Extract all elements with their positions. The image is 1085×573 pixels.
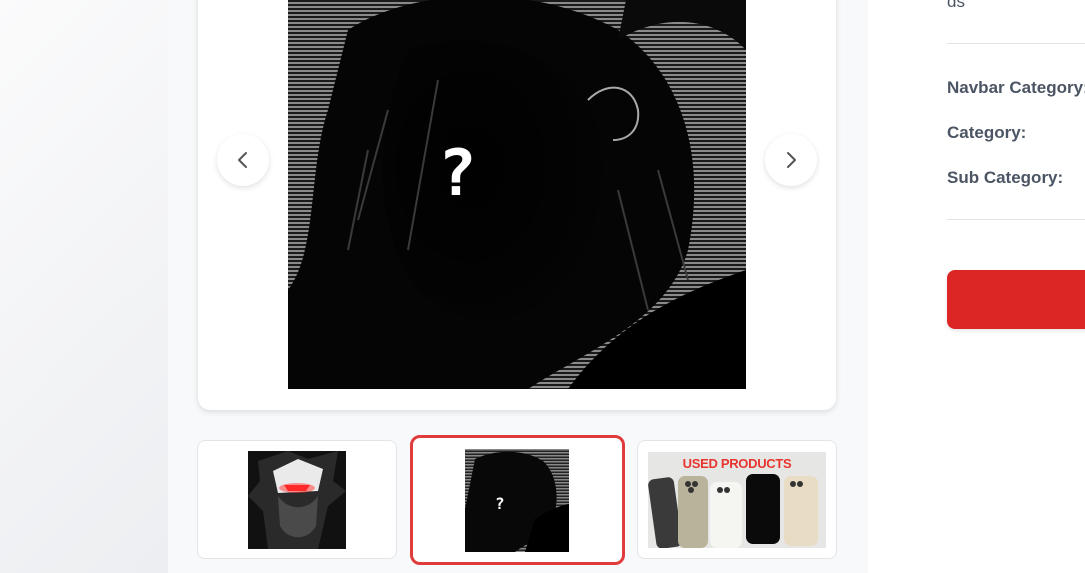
truncated-text: ds bbox=[947, 0, 965, 11]
category-label: Category: bbox=[947, 123, 1027, 142]
divider bbox=[947, 219, 1085, 220]
thumbnail-image-question-mark: ? bbox=[465, 449, 569, 552]
svg-text:?: ? bbox=[438, 137, 477, 211]
thumbnail-1[interactable] bbox=[197, 440, 397, 559]
thumbnail-2[interactable]: ? bbox=[410, 435, 625, 565]
previous-image-button[interactable] bbox=[217, 134, 269, 186]
thumbnail-3[interactable]: USED PRODUCTS bbox=[637, 440, 837, 559]
next-image-button[interactable] bbox=[765, 134, 817, 186]
navbar-category-label: Navbar Category: bbox=[947, 78, 1085, 97]
chevron-left-icon bbox=[238, 152, 247, 168]
sub-category-label: Sub Category: bbox=[947, 168, 1064, 187]
left-gutter bbox=[0, 0, 168, 573]
divider bbox=[947, 43, 1085, 44]
svg-text:?: ? bbox=[495, 494, 505, 513]
thumbnail-image-red-eyes bbox=[248, 451, 346, 549]
primary-action-button[interactable] bbox=[947, 270, 1085, 329]
main-product-image: ? bbox=[288, 0, 746, 389]
thumbnail-image-used-products: USED PRODUCTS bbox=[648, 452, 826, 548]
chevron-right-icon bbox=[787, 152, 796, 168]
